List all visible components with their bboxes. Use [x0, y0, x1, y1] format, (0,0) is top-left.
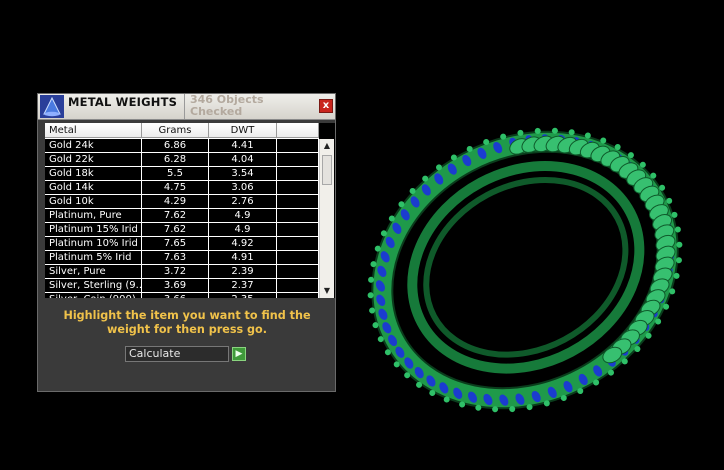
blank-cell — [277, 153, 319, 166]
blank-cell — [277, 195, 319, 208]
scroll-down-arrow-icon[interactable]: ▼ — [320, 284, 334, 298]
table-scrollbar[interactable]: ▲ ▼ — [319, 139, 334, 298]
dwt-cell: 2.35 — [209, 293, 277, 298]
blank-cell — [277, 251, 319, 264]
metal-cell: Silver, Coin (900) — [45, 293, 142, 298]
dwt-cell: 4.92 — [209, 237, 277, 250]
dwt-cell: 2.76 — [209, 195, 277, 208]
instruction-text: Highlight the item you want to find the … — [63, 309, 311, 336]
metal-cell: Platinum 15% Irid — [45, 223, 142, 236]
table-row[interactable]: Gold 18k 5.5 3.54 — [45, 167, 319, 181]
panel-titlebar[interactable]: METAL WEIGHTS 346 Objects Checked x — [38, 94, 335, 120]
scroll-up-arrow-icon[interactable]: ▲ — [320, 139, 334, 153]
metal-cell: Silver, Sterling (9... — [45, 279, 142, 292]
grams-cell: 4.75 — [142, 181, 209, 194]
cone-app-icon — [40, 95, 64, 118]
metal-weights-table: Metal Grams DWT Gold 24k 6.86 4.41 Gold 22k… — [45, 123, 335, 298]
grams-cell: 4.29 — [142, 195, 209, 208]
metal-cell: Gold 10k — [45, 195, 142, 208]
column-header-blank — [277, 123, 319, 138]
table-row[interactable]: Silver, Sterling (9... 3.69 2.37 — [45, 279, 319, 293]
grams-cell: 3.69 — [142, 279, 209, 292]
column-header-dwt[interactable]: DWT — [209, 123, 277, 138]
metal-cell: Platinum, Pure — [45, 209, 142, 222]
blank-cell — [277, 181, 319, 194]
metal-cell: Gold 22k — [45, 153, 142, 166]
grams-cell: 6.28 — [142, 153, 209, 166]
table-row[interactable]: Silver, Pure 3.72 2.39 — [45, 265, 319, 279]
dwt-cell: 4.9 — [209, 223, 277, 236]
metal-cell: Platinum 5% Irid — [45, 251, 142, 264]
blank-cell — [277, 265, 319, 278]
go-button[interactable]: ▶ — [232, 347, 246, 361]
metal-weights-panel: METAL WEIGHTS 346 Objects Checked x Meta… — [37, 93, 336, 392]
scroll-thumb[interactable] — [322, 155, 332, 185]
table-row[interactable]: Platinum 15% Irid 7.62 4.9 — [45, 223, 319, 237]
table-row[interactable]: Gold 24k 6.86 4.41 — [45, 139, 319, 153]
blank-cell — [277, 223, 319, 236]
grams-cell: 7.63 — [142, 251, 209, 264]
metal-cell: Silver, Pure — [45, 265, 142, 278]
table-row[interactable]: Silver, Coin (900)3.662.35 — [45, 293, 319, 298]
column-header-grams[interactable]: Grams — [142, 123, 209, 138]
table-row[interactable]: Gold 14k 4.75 3.06 — [45, 181, 319, 195]
table-row[interactable]: Platinum, Pure 7.62 4.9 — [45, 209, 319, 223]
dwt-cell: 4.04 — [209, 153, 277, 166]
calculate-select[interactable]: Calculate — [125, 346, 229, 362]
dwt-cell: 3.06 — [209, 181, 277, 194]
dwt-cell: 3.54 — [209, 167, 277, 180]
table-row[interactable]: Gold 10k 4.29 2.76 — [45, 195, 319, 209]
grams-cell: 7.62 — [142, 209, 209, 222]
metal-cell: Gold 18k — [45, 167, 142, 180]
grams-cell: 6.86 — [142, 139, 209, 152]
close-button[interactable]: x — [319, 99, 333, 113]
blank-cell — [277, 139, 319, 152]
metal-cell: Gold 14k — [45, 181, 142, 194]
grams-cell: 3.72 — [142, 265, 209, 278]
dwt-cell: 4.91 — [209, 251, 277, 264]
objects-checked-status: 346 Objects Checked — [190, 93, 264, 118]
table-header: Metal Grams DWT — [45, 123, 319, 139]
ring-3d-model[interactable] — [355, 100, 695, 440]
grams-cell: 5.5 — [142, 167, 209, 180]
dwt-cell: 4.9 — [209, 209, 277, 222]
table-row[interactable]: Gold 22k 6.28 4.04 — [45, 153, 319, 167]
play-arrow-icon: ▶ — [235, 349, 243, 359]
grams-cell: 7.62 — [142, 223, 209, 236]
grams-cell: 3.66 — [142, 293, 209, 298]
blank-cell — [277, 279, 319, 292]
blank-cell — [277, 237, 319, 250]
column-header-metal[interactable]: Metal — [45, 123, 142, 138]
metal-cell: Gold 24k — [45, 139, 142, 152]
grams-cell: 7.65 — [142, 237, 209, 250]
table-row[interactable]: Platinum 5% Irid 7.63 4.91 — [45, 251, 319, 265]
title-divider — [184, 94, 185, 119]
panel-title: METAL WEIGHTS — [68, 95, 178, 109]
dwt-cell: 2.39 — [209, 265, 277, 278]
blank-cell — [277, 293, 319, 298]
metal-cell: Platinum 10% Irid — [45, 237, 142, 250]
dwt-cell: 4.41 — [209, 139, 277, 152]
blank-cell — [277, 209, 319, 222]
blank-cell — [277, 167, 319, 180]
dwt-cell: 2.37 — [209, 279, 277, 292]
table-row[interactable]: Platinum 10% Irid 7.65 4.92 — [45, 237, 319, 251]
